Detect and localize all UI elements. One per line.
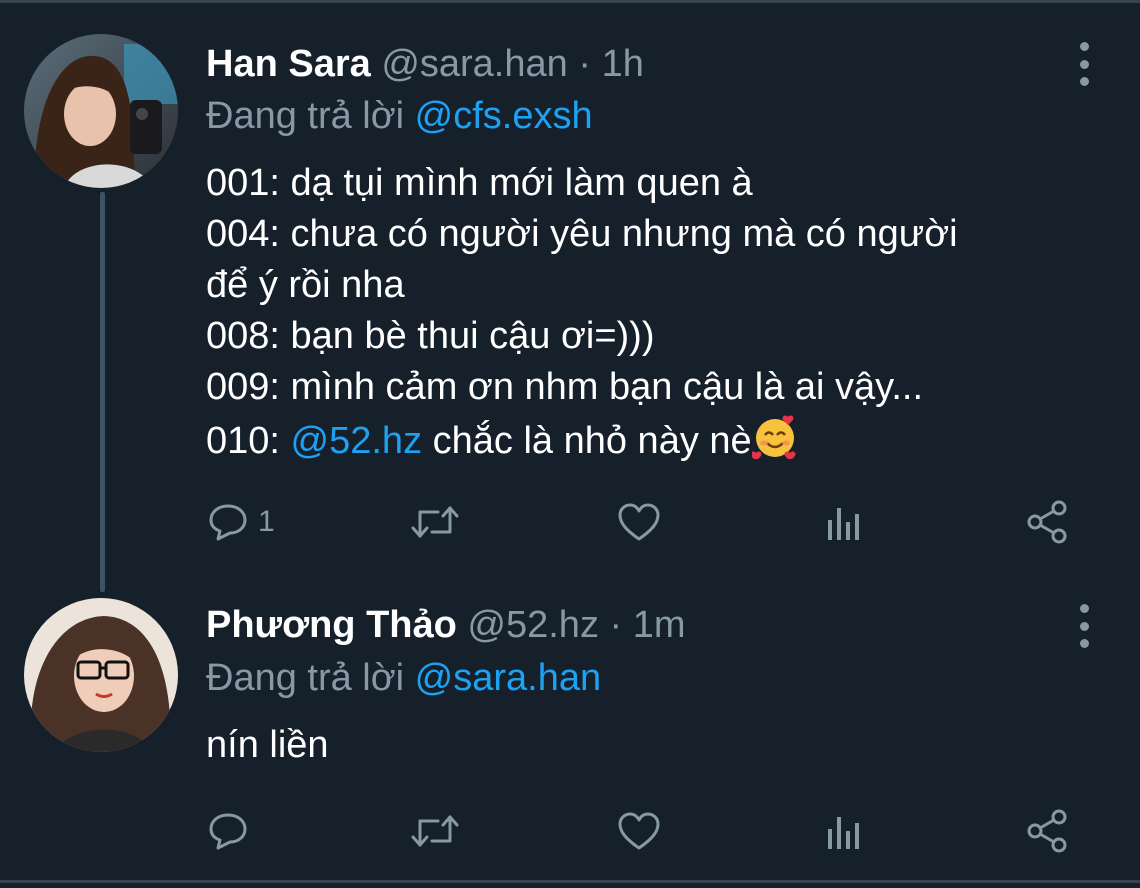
tweet-actions: 1 <box>206 497 1076 547</box>
tweet-text: nín liền <box>206 720 329 771</box>
tweet-text-line: 008: bạn bè thui cậu ơi=))) <box>206 315 655 357</box>
reply-button[interactable]: 1 <box>206 497 275 547</box>
smiling-face-with-hearts-icon <box>750 413 798 473</box>
tweet-text-line: để ý rồi nha <box>206 264 405 306</box>
mention-link[interactable]: @52.hz <box>291 420 423 462</box>
reply-icon <box>209 504 247 541</box>
analytics-button[interactable] <box>824 806 864 856</box>
reply-count: 1 <box>258 505 275 538</box>
timestamp[interactable]: 1h <box>602 43 644 85</box>
user-handle[interactable]: @52.hz <box>467 604 599 646</box>
replying-to: Đang trả lời @cfs.exsh <box>206 94 593 138</box>
replying-to-label: Đang trả lời <box>206 95 405 137</box>
share-icon <box>1027 500 1067 544</box>
retweet-button[interactable] <box>410 806 460 856</box>
meta-separator: · <box>578 43 591 85</box>
tweet-text-line: 001: dạ tụi mình mới làm quen à <box>206 162 753 204</box>
like-button[interactable] <box>616 806 662 856</box>
tweet-text-line: 009: mình cảm ơn nhm bạn cậu là ai vậy..… <box>206 366 924 408</box>
analytics-icon <box>828 508 859 540</box>
top-divider <box>0 0 1140 3</box>
display-name[interactable]: Phương Thảo <box>206 604 457 646</box>
replying-to-label: Đang trả lời <box>206 657 405 699</box>
more-options-button[interactable] <box>1074 42 1094 86</box>
reply-icon <box>209 813 247 850</box>
replying-to-mention[interactable]: @cfs.exsh <box>415 95 593 137</box>
user-handle[interactable]: @sara.han <box>381 43 567 85</box>
heart-icon <box>618 812 660 850</box>
bottom-divider <box>0 880 1140 883</box>
analytics-icon <box>828 817 859 849</box>
more-options-button[interactable] <box>1074 604 1094 648</box>
line-suffix: chắc là nhỏ này nè <box>422 420 752 462</box>
more-vertical-icon <box>1079 42 1089 51</box>
share-icon <box>1027 809 1067 853</box>
timestamp[interactable]: 1m <box>633 604 686 646</box>
share-button[interactable] <box>1024 806 1070 856</box>
retweet-button[interactable] <box>410 497 460 547</box>
display-name[interactable]: Han Sara <box>206 43 371 85</box>
tweet-actions <box>206 806 1076 856</box>
heart-icon <box>618 503 660 541</box>
avatar[interactable] <box>24 34 178 188</box>
share-button[interactable] <box>1024 497 1070 547</box>
conversation-thread: Han Sara @sara.han · 1h Đang trả lời @cf… <box>0 0 1140 888</box>
retweet-icon <box>411 815 459 847</box>
replying-to-mention[interactable]: @sara.han <box>415 657 601 699</box>
tweet-text: 001: dạ tụi mình mới làm quen à 004: chư… <box>206 158 958 473</box>
like-button[interactable] <box>616 497 662 547</box>
thread-connector-line <box>100 192 105 592</box>
meta-separator: · <box>609 604 623 646</box>
retweet-icon <box>411 506 459 538</box>
tweet-header: Phương Thảo @52.hz · 1m <box>206 603 686 647</box>
line-prefix: 010: <box>206 420 291 462</box>
tweet-header: Han Sara @sara.han · 1h <box>206 42 644 86</box>
replying-to: Đang trả lời @sara.han <box>206 656 601 700</box>
reply-button[interactable] <box>206 806 258 856</box>
analytics-button[interactable] <box>824 497 864 547</box>
tweet-text-line: 004: chưa có người yêu nhưng mà có người <box>206 213 958 255</box>
more-vertical-icon <box>1079 604 1089 613</box>
avatar[interactable] <box>24 598 178 752</box>
tweet-text-line: nín liền <box>206 724 329 766</box>
tweet-text-line: 010: @52.hz chắc là nhỏ này nè <box>206 413 958 473</box>
